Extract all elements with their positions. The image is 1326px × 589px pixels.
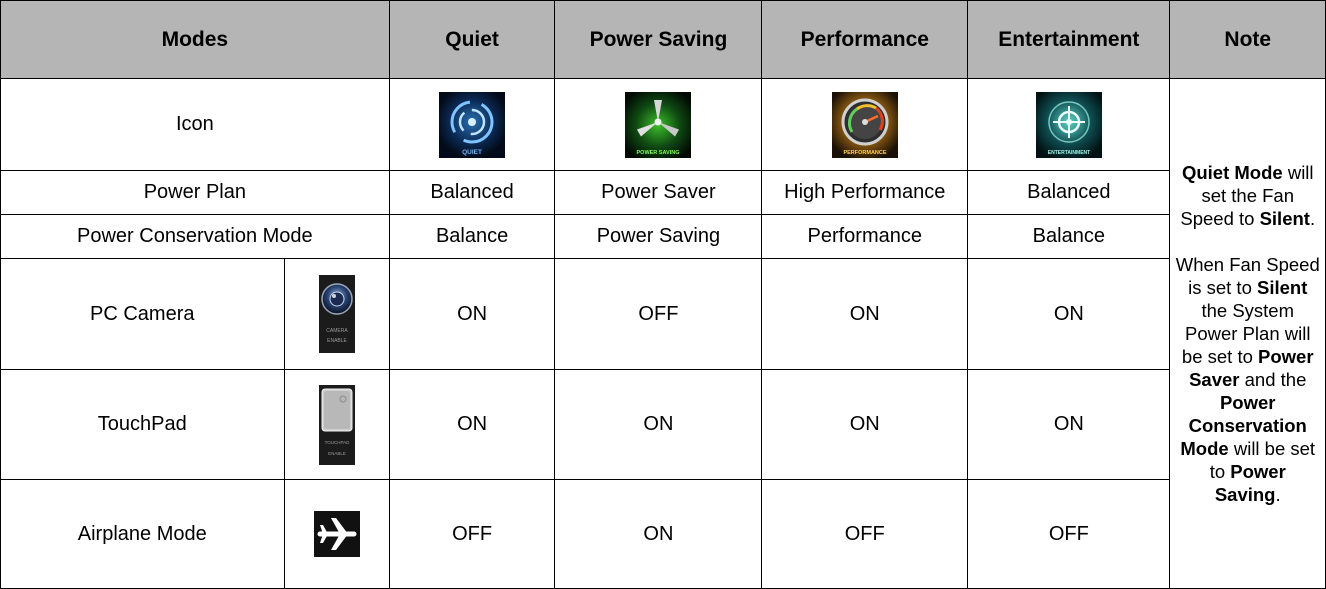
power-saving-icon-text: POWER SAVING (637, 150, 680, 156)
header-entertainment: Entertainment (967, 0, 1171, 79)
pc-camera-power-saving: OFF (554, 258, 763, 370)
power-saving-mode-icon: POWER SAVING (625, 91, 692, 158)
header-quiet: Quiet (388, 0, 556, 79)
airplane-quiet: OFF (388, 479, 556, 589)
pc-camera-entertainment: ON (967, 258, 1171, 370)
note-cell: Quiet Mode will set the Fan Speed to Sil… (1169, 78, 1326, 589)
header-power-saving: Power Saving (554, 0, 763, 79)
power-saving-icon-cell: POWER SAVING (554, 78, 763, 171)
touchpad-label: TouchPad (0, 369, 285, 480)
power-conservation-row: Power Conservation Mode Balance Power Sa… (0, 214, 1326, 259)
airplane-entertainment: OFF (967, 479, 1171, 589)
power-conservation-quiet: Balance (388, 214, 556, 259)
performance-icon-text: PERFORMANCE (843, 150, 886, 156)
entertainment-mode-icon: ENTERTAINMENT (1035, 91, 1102, 158)
power-conservation-power-saving: Power Saving (554, 214, 763, 259)
touchpad-icon: TOUCHPAD ENABLE (318, 384, 355, 465)
header-row: Modes Quiet Power Saving Performance Ent… (0, 0, 1326, 79)
power-plan-quiet: Balanced (388, 170, 556, 215)
power-plan-performance: High Performance (761, 170, 969, 215)
touchpad-performance: ON (761, 369, 969, 480)
power-plan-row: Power Plan Balanced Power Saver High Per… (0, 170, 1326, 215)
modes-table: Modes Quiet Power Saving Performance Ent… (0, 0, 1326, 589)
airplane-label: Airplane Mode (0, 479, 285, 589)
power-conservation-entertainment: Balance (967, 214, 1171, 259)
quiet-icon-text: QUIET (462, 149, 482, 156)
power-plan-power-saving: Power Saver (554, 170, 763, 215)
camera-icon: CAMERA ENABLE (318, 275, 355, 353)
performance-mode-icon: PERFORMANCE (831, 91, 898, 158)
touchpad-power-saving: ON (554, 369, 763, 480)
note-paragraph-1: Quiet Mode will set the Fan Speed to Sil… (1174, 161, 1321, 230)
header-note: Note (1169, 0, 1326, 79)
icon-row-label: Icon (0, 78, 390, 171)
touchpad-icon-text-2: ENABLE (328, 451, 346, 456)
touchpad-icon-text-1: TOUCHPAD (324, 440, 350, 445)
pc-camera-row: PC Camera CAMERA ENABLE ON OFF ON ON (0, 258, 1326, 370)
camera-icon-text-2: ENABLE (327, 338, 347, 344)
airplane-row: Airplane Mode OFF ON OFF OFF (0, 479, 1326, 589)
airplane-icon (313, 511, 360, 557)
pc-camera-icon-cell: CAMERA ENABLE (283, 258, 390, 370)
camera-icon-text-1: CAMERA (326, 328, 348, 334)
header-performance: Performance (761, 0, 969, 79)
quiet-icon-cell: QUIET (388, 78, 556, 171)
airplane-performance: OFF (761, 479, 969, 589)
quiet-mode-icon: QUIET (439, 91, 506, 158)
entertainment-icon-cell: ENTERTAINMENT (967, 78, 1171, 171)
touchpad-entertainment: ON (967, 369, 1171, 480)
note-text-5: and the (1239, 369, 1307, 390)
airplane-power-saving: ON (554, 479, 763, 589)
pc-camera-label: PC Camera (0, 258, 285, 370)
entertainment-icon-text: ENTERTAINMENT (1048, 150, 1090, 156)
note-text-2: . (1309, 208, 1316, 229)
airplane-icon-cell (283, 479, 390, 589)
power-plan-entertainment: Balanced (967, 170, 1171, 215)
performance-icon-cell: PERFORMANCE (761, 78, 969, 171)
note-silent-1: Silent (1259, 208, 1310, 229)
note-quiet-mode: Quiet Mode (1181, 162, 1283, 183)
power-plan-label: Power Plan (0, 170, 390, 215)
note-silent-2: Silent (1257, 277, 1308, 298)
pc-camera-performance: ON (761, 258, 969, 370)
pc-camera-quiet: ON (388, 258, 556, 370)
note-text-7: . (1275, 484, 1281, 505)
power-conservation-performance: Performance (761, 214, 969, 259)
icon-row: Icon QUIET POWER SAVING PERFORMANCE ENTE… (0, 78, 1326, 589)
touchpad-row: TouchPad TOUCHPAD ENABLE ON ON ON ON (0, 369, 1326, 480)
note-paragraph-2: When Fan Speed is set to Silent the Syst… (1174, 253, 1321, 506)
touchpad-icon-cell: TOUCHPAD ENABLE (283, 369, 390, 480)
power-conservation-label: Power Conservation Mode (0, 214, 390, 259)
header-modes: Modes (0, 0, 390, 79)
touchpad-quiet: ON (388, 369, 556, 480)
